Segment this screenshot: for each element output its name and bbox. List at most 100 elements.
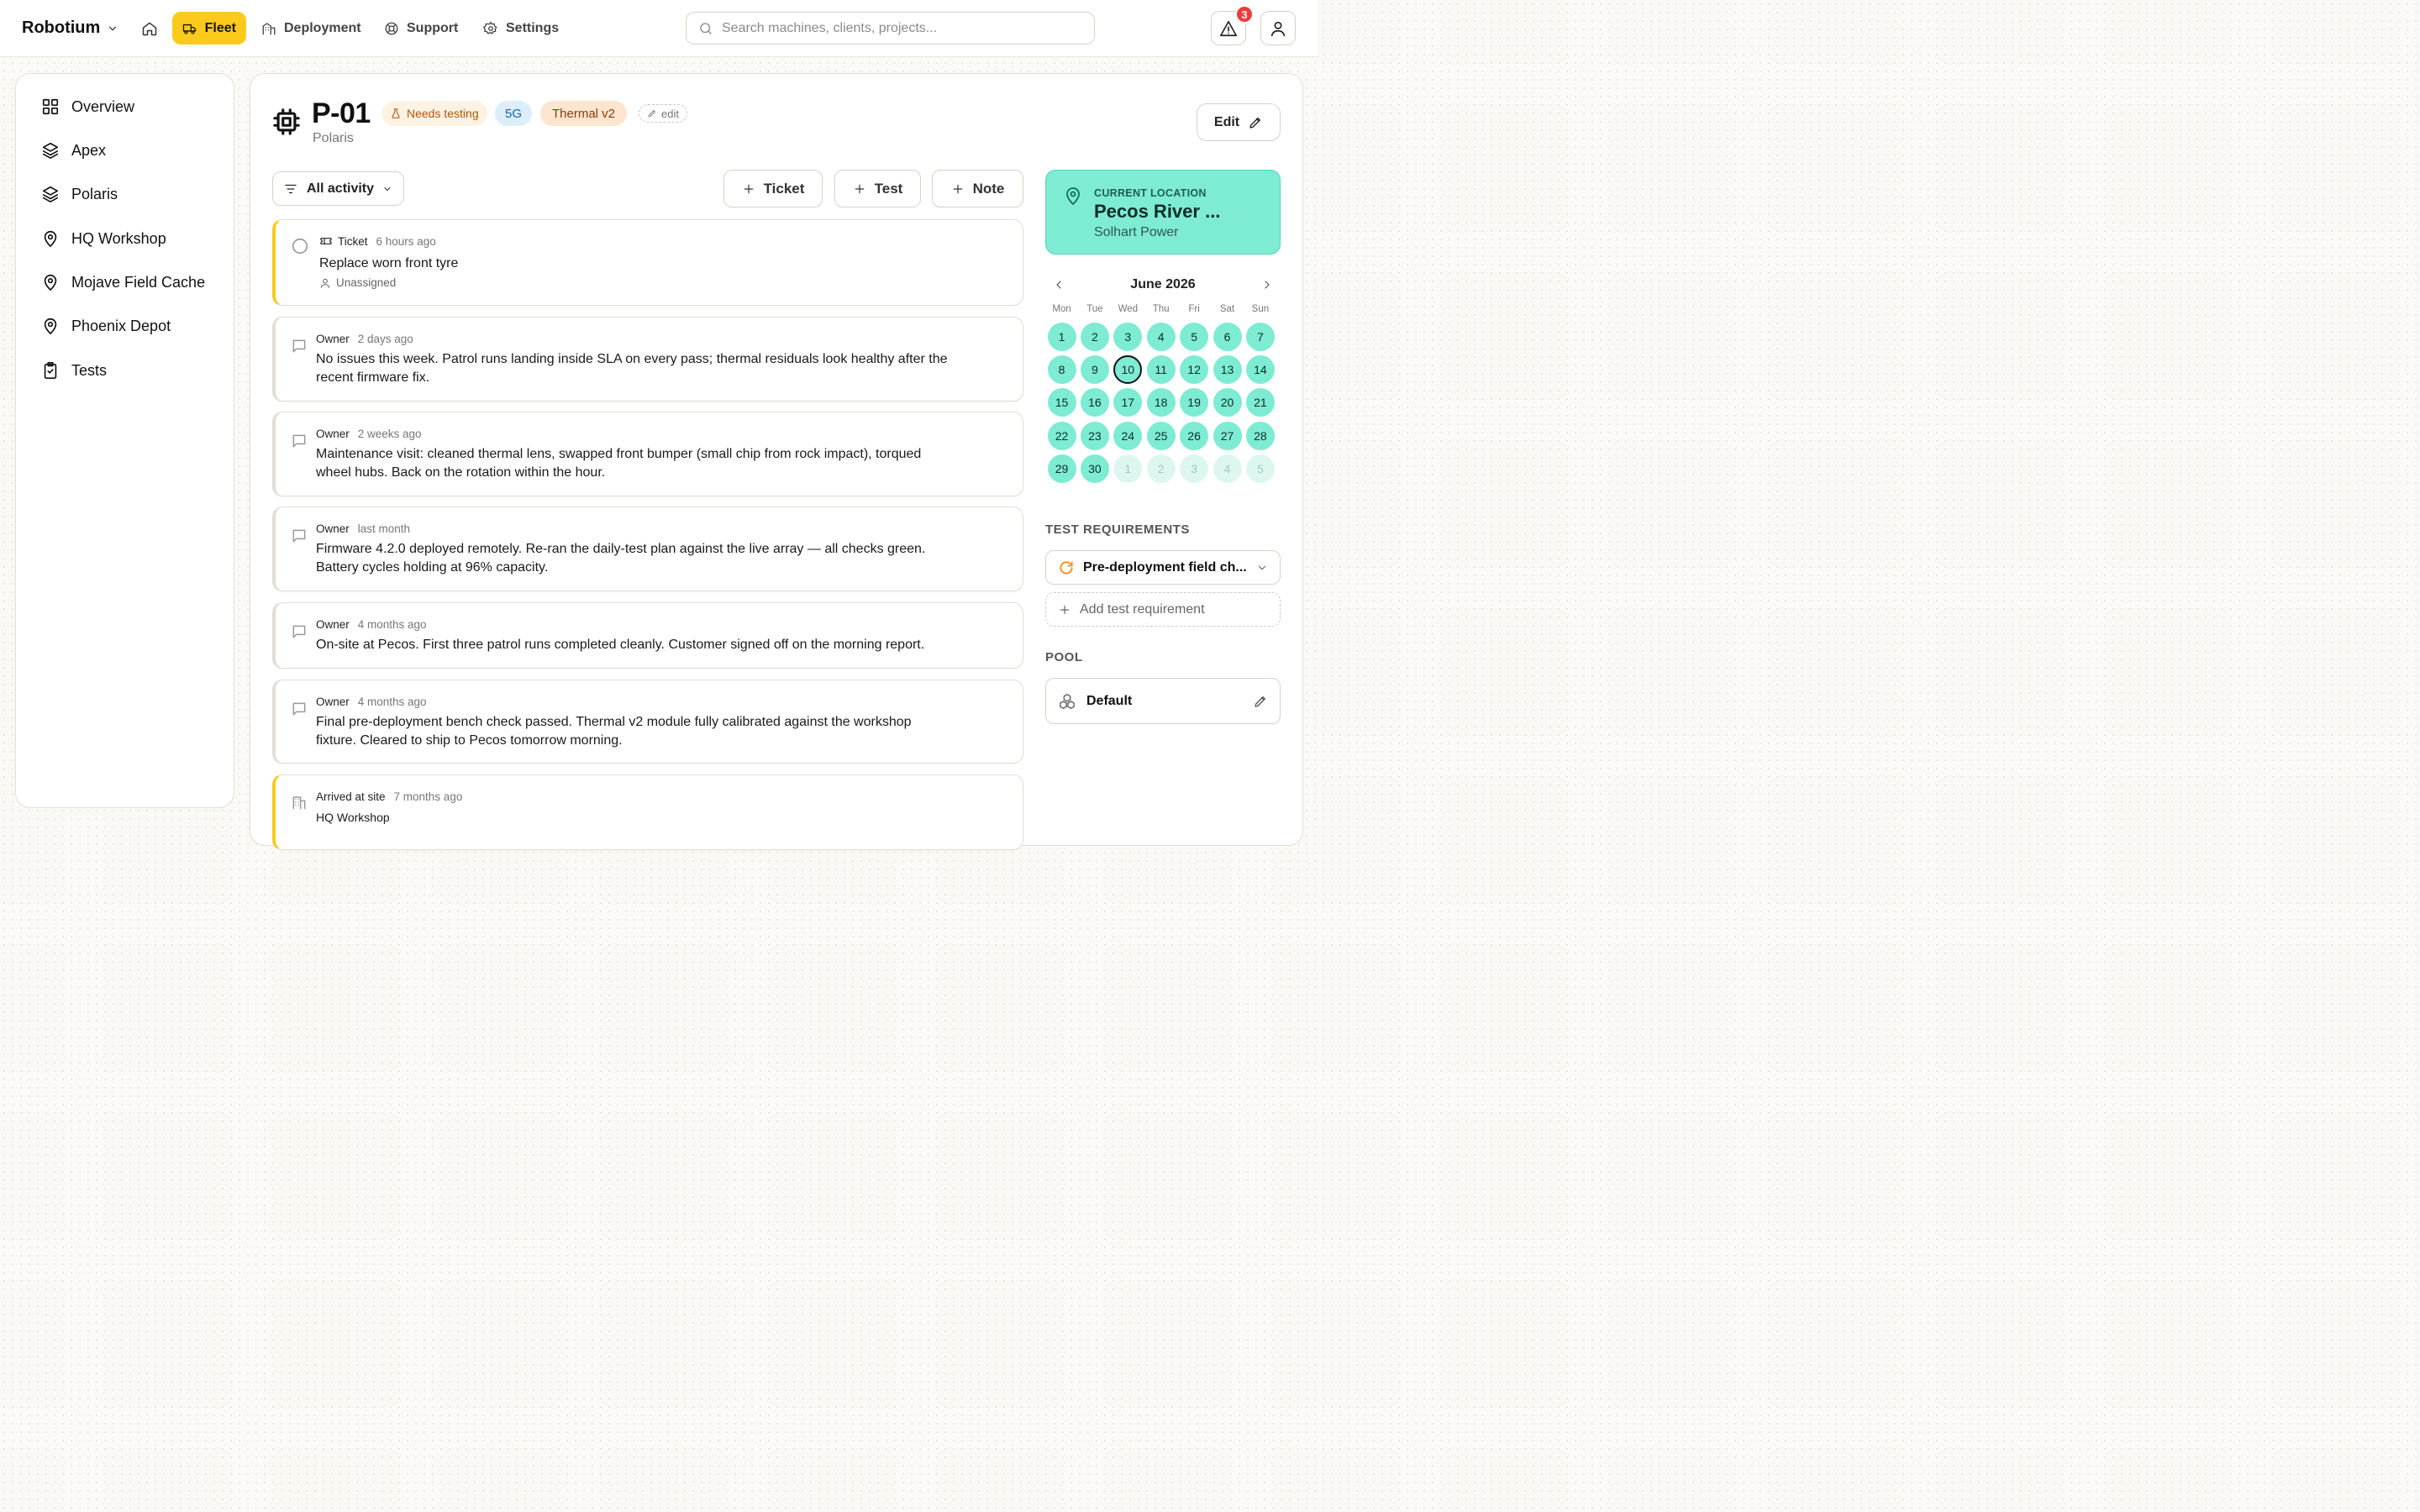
note-text: No issues this week. Patrol runs landing…	[316, 352, 948, 385]
calendar-day[interactable]: 19	[1180, 388, 1209, 417]
nav-support[interactable]: Support	[374, 12, 468, 45]
calendar-day-next-month[interactable]: 4	[1213, 454, 1242, 483]
location-pin-icon	[44, 318, 57, 334]
pencil-icon[interactable]	[1253, 694, 1268, 709]
flask-icon	[392, 108, 400, 118]
sidebar-item-label: Apex	[71, 141, 107, 159]
pencil-icon	[648, 110, 655, 118]
sidebar-item-tests[interactable]: Tests	[41, 361, 107, 380]
current-location-client: Solhart Power	[1094, 225, 1179, 239]
calendar-weekday: Fri	[1188, 304, 1200, 314]
plus-icon	[744, 184, 753, 193]
current-location-card[interactable]: CURRENT LOCATION Pecos River ... Solhart…	[1045, 170, 1281, 255]
calendar-day[interactable]: 15	[1047, 388, 1076, 417]
calendar-day[interactable]: 8	[1047, 355, 1076, 385]
calendar-weekday: Thu	[1152, 304, 1170, 314]
sidebar-item-apex[interactable]: Apex	[41, 141, 106, 160]
ticket-card[interactable]: Ticket 6 hours ago Replace worn front ty…	[272, 219, 1023, 306]
plus-icon	[855, 184, 864, 193]
chevron-down-icon	[1258, 565, 1266, 570]
calendar-day[interactable]: 3	[1113, 323, 1143, 351]
user-menu-button[interactable]	[1260, 11, 1296, 45]
sidebar-item-label: Polaris	[71, 185, 118, 202]
calendar-day[interactable]: 5	[1180, 323, 1209, 351]
calendar-day[interactable]: 22	[1047, 421, 1076, 450]
calendar-day[interactable]: 26	[1180, 421, 1209, 450]
calendar-day-next-month[interactable]: 2	[1146, 454, 1176, 483]
calendar-day-next-month[interactable]: 1	[1113, 454, 1143, 483]
calendar-day[interactable]: 7	[1245, 323, 1275, 351]
ticket-assignee[interactable]: Unassigned	[319, 276, 396, 289]
sidebar-item-hq-workshop[interactable]: HQ Workshop	[41, 229, 166, 248]
calendar-day[interactable]: 12	[1180, 355, 1209, 385]
calendar-day[interactable]: 1	[1047, 323, 1076, 351]
layers-icon	[42, 186, 59, 202]
ticket-icon	[320, 238, 332, 244]
calendar-day[interactable]: 14	[1245, 355, 1275, 385]
arrival-meta: Arrived at site 7 months ago	[316, 790, 462, 803]
note-author: Owner	[316, 333, 350, 345]
building-icon	[262, 22, 276, 34]
calendar-day-today[interactable]: 10	[1113, 355, 1143, 385]
calendar-day[interactable]: 24	[1113, 421, 1143, 450]
note-text: Final pre-deployment bench check passed.…	[316, 715, 912, 748]
home-button[interactable]	[141, 20, 158, 37]
calendar-weekday: Sat	[1219, 304, 1235, 314]
nav-settings[interactable]: Settings	[473, 12, 569, 45]
calendar-day[interactable]: 27	[1213, 421, 1242, 450]
calendar-day[interactable]: 25	[1146, 421, 1176, 450]
edit-machine-button[interactable]: Edit	[1197, 103, 1281, 141]
status-badge: Needs testing	[381, 101, 487, 126]
note-time: 4 months ago	[357, 618, 427, 631]
search-input[interactable]: Search machines, clients, projects...	[686, 12, 1095, 45]
chevron-down-icon	[109, 26, 117, 30]
calendar-day[interactable]: 20	[1213, 388, 1242, 417]
calendar-day[interactable]: 28	[1245, 421, 1275, 450]
calendar-day[interactable]: 29	[1047, 454, 1076, 483]
calendar-day[interactable]: 9	[1080, 355, 1109, 385]
sidebar-item-overview[interactable]: Overview	[41, 97, 134, 116]
top-bar: Robotium Fleet Deployment Support Settin…	[0, 0, 1318, 57]
calendar-weekday: Sun	[1251, 304, 1270, 314]
calendar-day[interactable]: 17	[1113, 388, 1143, 417]
chevron-right-icon[interactable]	[1260, 278, 1274, 291]
chevron-left-icon[interactable]	[1052, 278, 1065, 291]
nav-fleet[interactable]: Fleet	[172, 12, 246, 45]
network-tag: 5G	[495, 101, 533, 126]
edit-tags-button[interactable]: edit	[639, 104, 687, 123]
sidebar-item-phoenix-depot[interactable]: Phoenix Depot	[41, 317, 171, 335]
add-test-requirement-button[interactable]: Add test requirement	[1045, 592, 1281, 627]
calendar-day[interactable]: 30	[1080, 454, 1109, 483]
nav-deployment[interactable]: Deployment	[251, 12, 371, 45]
brand-switcher[interactable]: Robotium	[22, 18, 118, 38]
sidebar-item-mojave-field-cache[interactable]: Mojave Field Cache	[41, 273, 205, 291]
refresh-icon	[1060, 560, 1073, 575]
calendar-day[interactable]: 18	[1146, 388, 1176, 417]
alerts-button[interactable]: 3	[1211, 5, 1254, 45]
add-ticket-button[interactable]: Ticket	[723, 170, 823, 207]
arrival-event: Arrived at site	[316, 790, 386, 803]
calendar-day[interactable]: 21	[1245, 388, 1275, 417]
add-note-button[interactable]: Note	[932, 170, 1023, 207]
calendar-day[interactable]: 23	[1080, 421, 1109, 450]
calendar-day[interactable]: 2	[1080, 323, 1109, 351]
calendar-day[interactable]: 4	[1146, 323, 1176, 351]
warning-triangle-icon	[1220, 20, 1237, 36]
calendar-day[interactable]: 6	[1213, 323, 1242, 351]
ticket-status-circle-icon[interactable]	[291, 237, 309, 255]
calendar-day[interactable]: 13	[1213, 355, 1242, 385]
test-requirement-select[interactable]: Pre-deployment field ch...	[1045, 550, 1281, 585]
calendar-day[interactable]: 16	[1080, 388, 1109, 417]
sidebar: Overview Apex Polaris HQ Workshop Mojave…	[15, 73, 234, 808]
sidebar-item-polaris[interactable]: Polaris	[41, 185, 118, 203]
pool-value: Default	[1086, 693, 1133, 708]
nav-fleet-label: Fleet	[204, 20, 236, 35]
location-pin-icon	[44, 274, 57, 291]
calendar-day-next-month[interactable]: 5	[1245, 454, 1275, 483]
sidebar-item-label: Tests	[71, 361, 108, 379]
sidebar-item-label: Phoenix Depot	[71, 317, 171, 334]
calendar-day[interactable]: 11	[1146, 355, 1176, 385]
calendar-day-next-month[interactable]: 3	[1180, 454, 1209, 483]
activity-filter-select[interactable]: All activity	[272, 171, 404, 206]
add-test-button[interactable]: Test	[834, 170, 921, 207]
